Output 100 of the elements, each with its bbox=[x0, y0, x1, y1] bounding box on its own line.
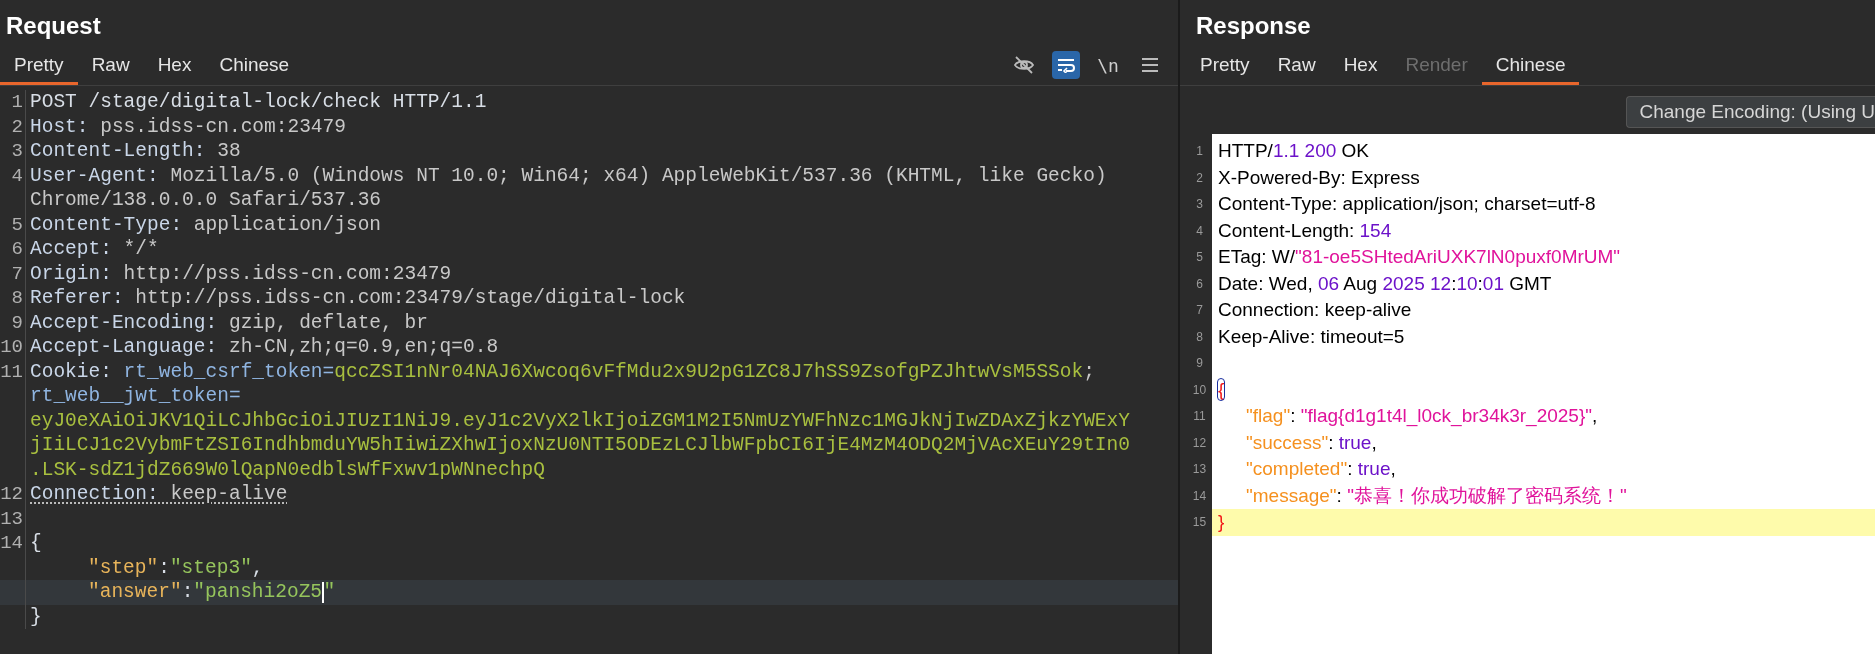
code-text: 38 bbox=[216, 139, 241, 164]
line-number: 9 bbox=[11, 311, 23, 334]
code-text: pss.idss-cn.com:23479 bbox=[99, 114, 346, 139]
newline-toggle[interactable]: \n bbox=[1094, 51, 1122, 79]
line-number: 7 bbox=[11, 262, 23, 285]
code-text: ; bbox=[1083, 359, 1095, 384]
code-text: Content-Length: bbox=[30, 139, 206, 164]
code-text: eyJ0eXAiOiJKV1QiLCJhbGciOiJIUzI1NiJ9.eyJ1c2VyX2lkIjoiZGM1M2I5NmUzYWFhNzc1MGJkNjIwZDAxZjkzYWExY bbox=[30, 408, 1130, 433]
line-number: 12 bbox=[0, 483, 23, 505]
code-text: : bbox=[1336, 484, 1343, 506]
code-text: http://pss.idss-cn.com:23479 bbox=[122, 261, 452, 286]
line-number: 5 bbox=[11, 213, 23, 236]
panel-title: Request bbox=[5, 11, 102, 41]
code-text: : bbox=[1328, 431, 1335, 453]
code-text: Keep-Alive: timeout=5 bbox=[1218, 325, 1405, 347]
code-text: , bbox=[1592, 405, 1598, 426]
code-text: rt_web_csrf_token= bbox=[122, 359, 335, 384]
code-text: Aug bbox=[1342, 272, 1379, 294]
code-text: "panshi2oZ5 bbox=[193, 580, 323, 605]
code-text: Accept: bbox=[30, 237, 112, 262]
code-text: "success" bbox=[1246, 431, 1329, 453]
code-text: Content-Length: bbox=[1218, 219, 1356, 241]
code-text: "81-oe5SHtedAriUXK7lN0puxf0MrUM" bbox=[1295, 246, 1621, 267]
code-text: .LSK-sdZ1jdZ669W0lQapN0edblsWfFxwv1pWNnechpQ bbox=[30, 457, 545, 482]
code-text: gzip, deflate, br bbox=[227, 310, 428, 335]
line-number: 8 bbox=[11, 287, 23, 309]
code-text: ETag: W/ bbox=[1218, 246, 1296, 267]
code-text: 1.1 200 bbox=[1272, 140, 1337, 161]
code-text: Mozilla/5.0 (Windows NT 10.0; Win64; x64) AppleWebKit/537.36 (KHTML, like Gecko) bbox=[169, 163, 1107, 188]
code-text: 10 bbox=[1456, 272, 1478, 294]
code-text: "flag{d1g1t4l_l0ck_br34k3r_2025}" bbox=[1300, 405, 1592, 426]
view-tab[interactable]: Hex bbox=[1329, 50, 1392, 85]
view-tab[interactable]: Pretty bbox=[1186, 50, 1264, 85]
code-text: true bbox=[1357, 458, 1391, 479]
line-number: 11 bbox=[0, 360, 23, 383]
brace: } bbox=[1218, 511, 1225, 532]
code-text: User-Agent: bbox=[30, 163, 159, 188]
code-text: } bbox=[30, 604, 42, 629]
code-text: X-Powered-By: Express bbox=[1218, 166, 1420, 188]
view-tab[interactable]: Hex bbox=[143, 50, 206, 85]
code-text: Referer: bbox=[30, 286, 124, 311]
code-text: 01 bbox=[1482, 272, 1504, 294]
code-text: , bbox=[1390, 458, 1396, 479]
code-text: Accept-Language: bbox=[30, 335, 218, 360]
code-text: Cookie: bbox=[30, 359, 112, 384]
code-text: http://pss.idss-cn.com:23479/stage/digital-lock bbox=[134, 286, 686, 311]
view-tab[interactable]: Raw bbox=[77, 50, 144, 85]
code-text: Content-Type: application/json; charset=utf-8 bbox=[1218, 193, 1596, 214]
code-text: : bbox=[158, 555, 170, 580]
code-text: POST /stage/digital-lock/check HTTP/1.1 bbox=[30, 90, 487, 115]
code-text: : bbox=[1451, 272, 1457, 294]
code-text: OK bbox=[1340, 140, 1370, 161]
code-text: "message" bbox=[1246, 484, 1337, 506]
code-text: qccZSI1nNr04NAJ6Xwcoq6vFfMdu2x9U2pG1ZC8J7hSS9ZsofgPZJhtwVsM5SSok bbox=[334, 359, 1084, 384]
code-text: : bbox=[181, 580, 194, 605]
view-tab[interactable]: Pretty bbox=[0, 50, 78, 85]
code-text: jIiLCJ1c2VybmFtZSI6IndhbmduYW5hIiwiZXhwIjoxNzU0NTI5ODEzLCJlbWFpbCI6IjE4MzM4ODQ2MjVAcXEuY29tIn0 bbox=[30, 433, 1130, 458]
panel-title: Response bbox=[1195, 11, 1312, 41]
line-number: 1 bbox=[11, 91, 23, 113]
code-text: Date: Wed, bbox=[1218, 272, 1314, 294]
menu-icon bbox=[1141, 57, 1159, 73]
code-text: Chrome/138.0.0.0 Safari/537.36 bbox=[30, 188, 382, 213]
code-text: , bbox=[1371, 431, 1377, 453]
code-text: : bbox=[1290, 405, 1297, 426]
view-tab[interactable]: Chinese bbox=[205, 50, 304, 85]
line-number: 6 bbox=[11, 238, 23, 260]
code-text: : bbox=[1477, 272, 1483, 294]
code-text: 2025 12 bbox=[1382, 272, 1452, 294]
code-text: 154 bbox=[1359, 219, 1392, 241]
code-text: rt_web__jwt_token= bbox=[30, 384, 241, 409]
view-tab[interactable]: Chinese bbox=[1481, 50, 1580, 85]
code-text: "flag" bbox=[1246, 405, 1291, 426]
code-text: application/json bbox=[192, 212, 382, 237]
line-number: 14 bbox=[0, 532, 23, 554]
code-text: Accept-Encoding: bbox=[30, 310, 218, 335]
code-text: "step3" bbox=[169, 555, 252, 580]
code-text: zh-CN,zh;q=0.9,en;q=0.8 bbox=[227, 335, 499, 360]
code-text: " bbox=[323, 580, 336, 605]
code-text: keep-alive bbox=[169, 482, 288, 507]
view-tab[interactable]: Raw bbox=[1263, 50, 1330, 85]
wrap-icon bbox=[1056, 57, 1076, 73]
code-text: GMT bbox=[1508, 272, 1552, 294]
code-text: */* bbox=[122, 237, 159, 262]
code-text: { bbox=[30, 531, 42, 556]
wrap-button[interactable] bbox=[1052, 51, 1080, 79]
change-encoding-button[interactable]: Change Encoding: (Using U bbox=[1626, 96, 1875, 128]
code-text: "step" bbox=[88, 555, 159, 580]
code-text: "answer" bbox=[88, 580, 182, 605]
code-text: Connection: bbox=[30, 482, 159, 507]
line-number: 3 bbox=[11, 140, 23, 162]
code-text: 06 bbox=[1318, 272, 1340, 294]
code-text: Origin: bbox=[30, 261, 112, 286]
code-text: true bbox=[1338, 431, 1372, 453]
line-number: 4 bbox=[11, 164, 23, 187]
line-number: 10 bbox=[0, 336, 23, 358]
code-text: Content-Type: bbox=[30, 212, 183, 237]
line-number: 2 bbox=[11, 115, 23, 138]
code-text: : bbox=[1347, 458, 1354, 479]
code-text: "completed" bbox=[1246, 458, 1348, 479]
code-text: Host: bbox=[30, 114, 89, 139]
